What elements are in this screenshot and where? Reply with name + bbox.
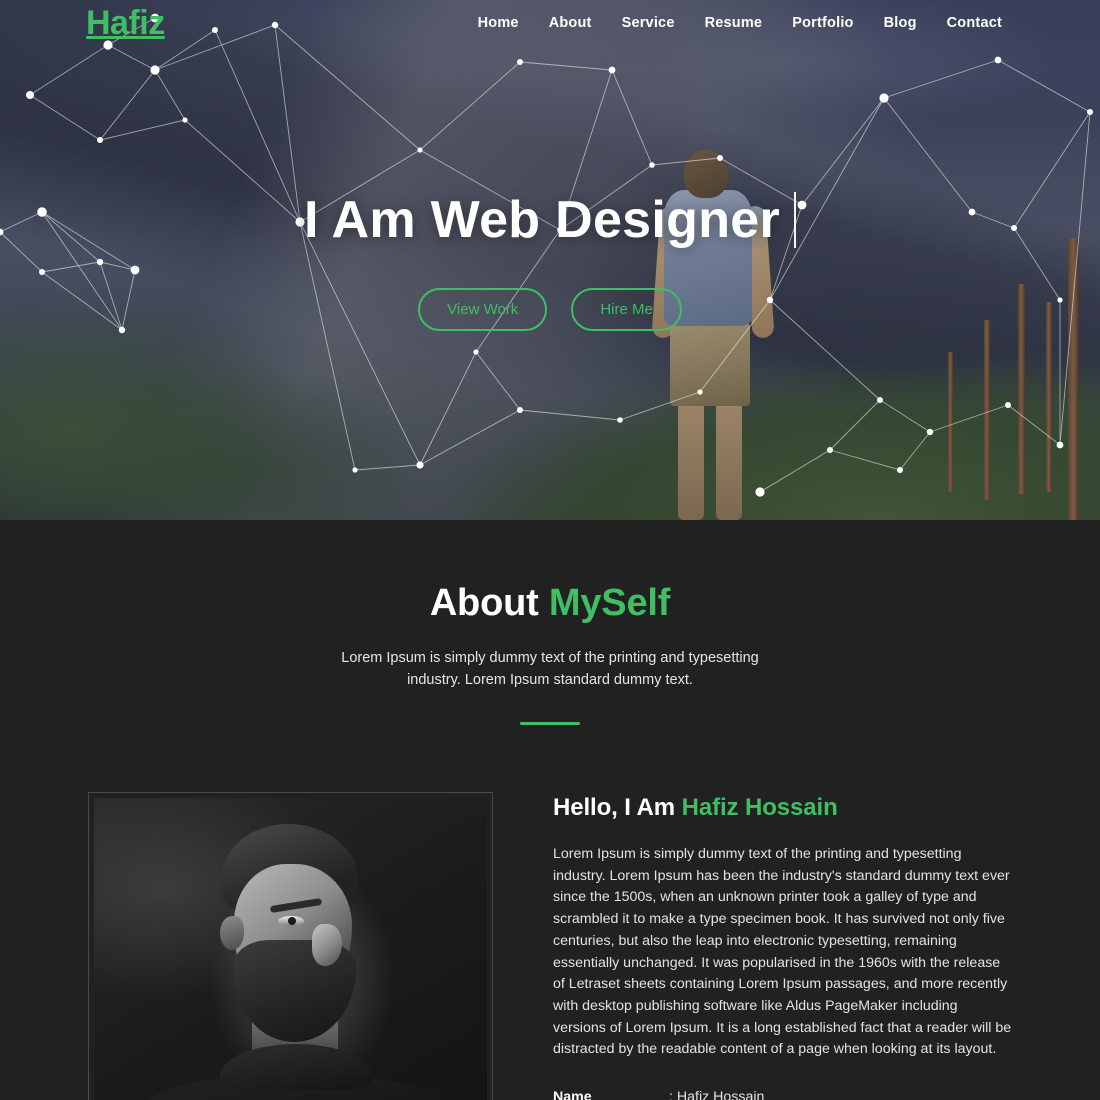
hire-me-button[interactable]: Hire Me	[571, 287, 682, 331]
info-value-name: : Hafiz Hossain	[669, 1089, 765, 1100]
view-work-button[interactable]: View Work	[418, 287, 548, 331]
hero-title-row: I Am Web Designer	[303, 190, 797, 250]
about-title-accent: MySelf	[548, 582, 671, 624]
about-text-column: Hello, I Am Hafiz Hossain Lorem Ipsum is…	[553, 792, 1012, 1100]
about-header: About MySelf Lorem Ipsum is simply dummy…	[0, 582, 1100, 725]
hero-section: Hafiz Home About Service Resume Portfoli…	[0, 0, 1100, 520]
nav-link-resume[interactable]: Resume	[705, 15, 763, 31]
info-key-name: Name	[553, 1089, 592, 1100]
main-navbar: Hafiz Home About Service Resume Portfoli…	[0, 0, 1100, 46]
nav-link-home[interactable]: Home	[478, 15, 519, 31]
about-greeting: Hello, I Am Hafiz Hossain	[553, 794, 1012, 822]
hero-content: I Am Web Designer View Work Hire Me	[0, 0, 1100, 520]
portrait-photo	[94, 797, 487, 1100]
about-greeting-white: Hello, I Am	[553, 793, 682, 821]
portrait-frame	[88, 791, 493, 1100]
about-info-list: Name : Hafiz Hossain	[553, 1087, 1012, 1100]
about-subtitle: Lorem Ipsum is simply dummy text of the …	[341, 650, 759, 689]
about-paragraph: Lorem Ipsum is simply dummy text of the …	[553, 845, 1012, 1058]
info-row-name: Name : Hafiz Hossain	[553, 1087, 1012, 1100]
about-title: About MySelf	[0, 582, 1100, 625]
hero-buttons: View Work Hire Me	[418, 287, 682, 331]
typing-caret	[794, 191, 797, 248]
nav-link-about[interactable]: About	[549, 15, 592, 31]
hero-title: I Am Web Designer	[303, 190, 781, 249]
about-greeting-accent: Hafiz Hossain	[681, 793, 838, 821]
nav-link-service[interactable]: Service	[622, 15, 675, 31]
about-body: Hello, I Am Hafiz Hossain Lorem Ipsum is…	[0, 725, 1100, 1100]
nav-link-blog[interactable]: Blog	[884, 15, 917, 31]
about-section: About MySelf Lorem Ipsum is simply dummy…	[0, 520, 1100, 1100]
about-title-white: About	[429, 582, 549, 624]
nav-link-portfolio[interactable]: Portfolio	[792, 15, 853, 31]
site-logo[interactable]: Hafiz	[86, 6, 165, 40]
nav-links: Home About Service Resume Portfolio Blog…	[478, 15, 1002, 31]
nav-link-contact[interactable]: Contact	[947, 15, 1002, 31]
